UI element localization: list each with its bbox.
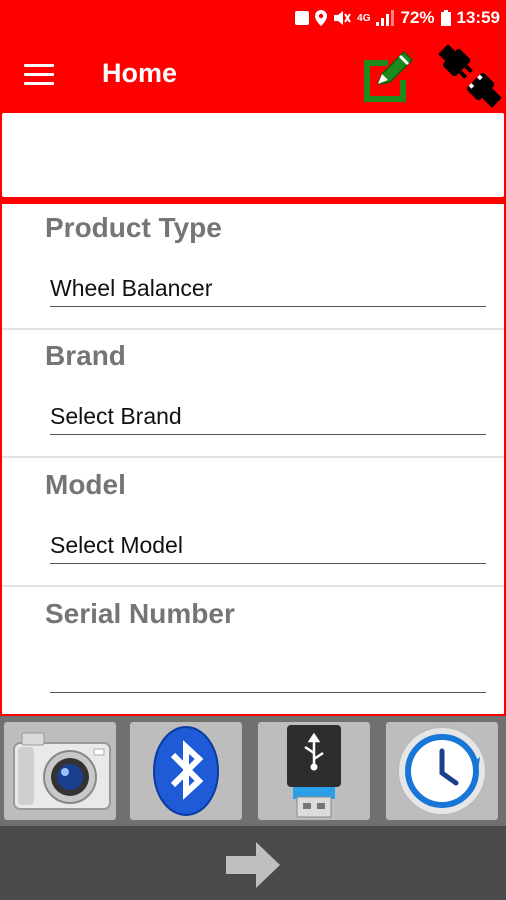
model-select[interactable]: Select Model	[50, 527, 486, 564]
history-clock-icon	[397, 726, 487, 816]
model-label: Model	[45, 469, 126, 500]
bluetooth-button[interactable]	[130, 722, 242, 820]
status-indicators: 4G 72% 13:59	[295, 8, 500, 28]
page-title: Home	[102, 58, 178, 88]
serial-number-label: Serial Number	[45, 598, 235, 629]
next-button[interactable]	[224, 840, 282, 890]
brand-select[interactable]: Select Brand	[50, 398, 486, 435]
app-bar: Home	[0, 36, 506, 112]
hamburger-menu-icon[interactable]	[24, 64, 54, 86]
serial-number-input[interactable]	[50, 656, 486, 693]
network-type: 4G	[357, 12, 371, 24]
edit-button[interactable]	[356, 44, 422, 110]
battery-icon	[440, 10, 451, 26]
product-type-field: Product Type Wheel Balancer	[2, 204, 504, 330]
edit-note-icon	[364, 50, 414, 102]
brand-label: Brand	[45, 340, 126, 371]
history-button[interactable]	[386, 722, 498, 820]
usb-drive-icon	[287, 725, 341, 818]
model-field: Model Select Model	[2, 461, 504, 587]
brand-field: Brand Select Brand	[2, 332, 504, 458]
arrow-right-icon	[226, 842, 280, 888]
location-icon	[315, 10, 328, 26]
sim-icon	[295, 11, 310, 25]
tool-row	[0, 716, 506, 826]
status-bar: 4G 72% 13:59	[0, 0, 506, 36]
serial-number-field: Serial Number	[2, 590, 504, 714]
camera-icon	[13, 732, 111, 810]
usb-button[interactable]	[258, 722, 370, 820]
unplugged-cable-icon	[438, 44, 502, 108]
product-type-select[interactable]: Wheel Balancer	[50, 270, 486, 307]
signal-icon	[376, 10, 395, 26]
bottom-nav-bar	[0, 826, 506, 900]
disconnect-button[interactable]	[434, 40, 506, 112]
bluetooth-icon	[153, 726, 219, 816]
product-form: Product Type Wheel Balancer Brand Select…	[2, 204, 504, 714]
mute-icon	[334, 11, 351, 25]
info-panel	[2, 113, 504, 197]
battery-percent: 72%	[400, 8, 435, 27]
clock: 13:59	[456, 8, 500, 27]
camera-button[interactable]	[4, 722, 116, 820]
product-type-label: Product Type	[45, 212, 222, 243]
